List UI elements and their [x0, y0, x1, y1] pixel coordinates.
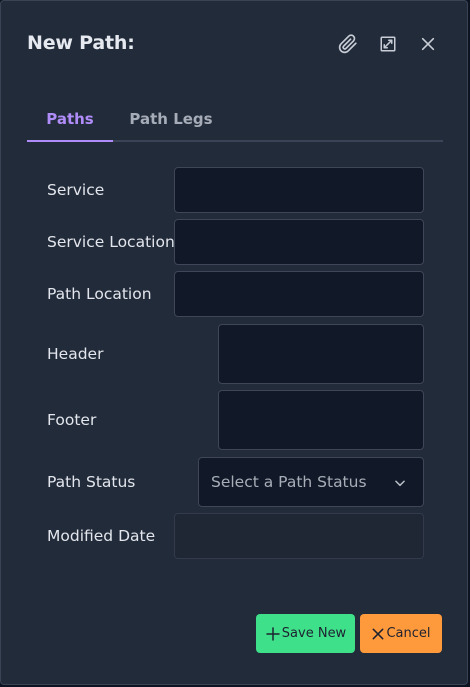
chevron-down-icon [393, 475, 407, 494]
modified-date-label: Modified Date [47, 527, 156, 545]
path-location-label: Path Location [47, 285, 152, 303]
tab-path-legs[interactable]: Path Legs [113, 96, 229, 142]
tab-paths[interactable]: Paths [27, 96, 113, 142]
path-status-label: Path Status [47, 473, 136, 491]
cancel-label: Cancel [386, 626, 431, 641]
paperclip-icon[interactable] [337, 33, 359, 55]
service-label: Service [47, 181, 105, 199]
header-textarea[interactable] [218, 324, 424, 384]
expand-icon[interactable] [377, 33, 399, 55]
save-new-button[interactable]: Save New [256, 614, 355, 653]
header-label: Header [47, 345, 104, 363]
footer-textarea[interactable] [218, 390, 424, 450]
cancel-button[interactable]: Cancel [360, 614, 442, 653]
tab-bar: Paths Path Legs [27, 96, 443, 142]
service-location-input[interactable] [174, 219, 424, 265]
close-icon[interactable] [417, 33, 439, 55]
path-status-placeholder: Select a Path Status [211, 473, 367, 491]
new-path-dialog: New Path: Paths Path Legs Service Servic… [0, 0, 468, 685]
path-location-input[interactable] [174, 271, 424, 317]
modified-date-field [174, 513, 424, 559]
service-location-label: Service Location [47, 233, 175, 251]
footer-label: Footer [47, 411, 97, 429]
service-input[interactable] [174, 167, 424, 213]
path-status-select[interactable]: Select a Path Status [198, 457, 424, 507]
save-new-label: Save New [281, 626, 347, 641]
active-tab-indicator [27, 140, 113, 142]
tab-bar-divider [113, 140, 443, 142]
x-icon [373, 628, 384, 639]
plus-icon [266, 626, 280, 641]
dialog-title: New Path: [27, 32, 135, 54]
